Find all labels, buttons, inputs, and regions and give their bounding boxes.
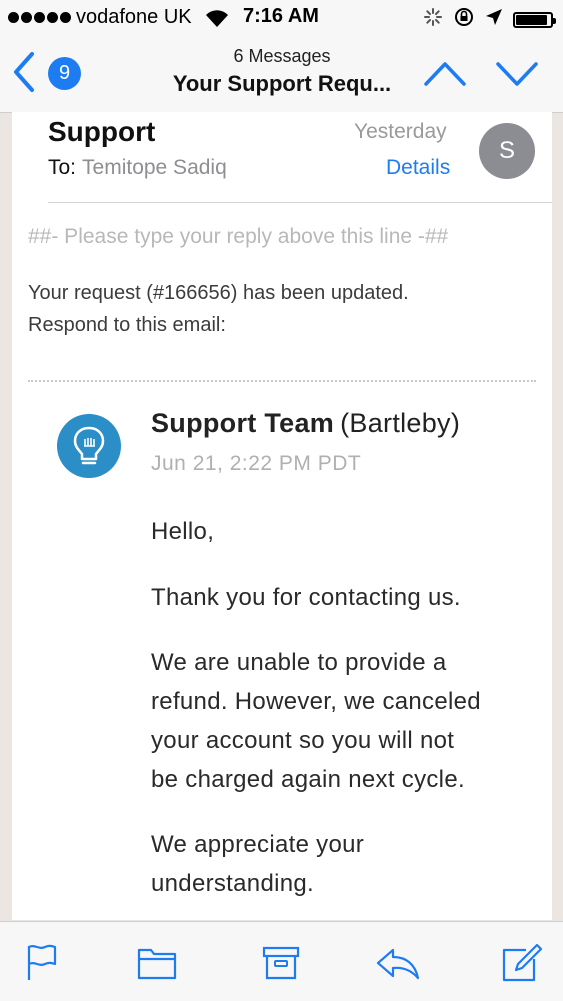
- status-icons: [423, 6, 556, 33]
- header-divider: [48, 202, 552, 203]
- rotation-lock-icon: [453, 6, 475, 33]
- signal-strength-icon: [8, 12, 71, 23]
- status-bar: vodafone UK 7:16 AM: [0, 0, 563, 36]
- bottom-toolbar: [0, 921, 563, 1001]
- update-notice-line: Your request (#166656) has been updated.: [28, 282, 409, 304]
- move-to-folder-button[interactable]: [136, 942, 177, 982]
- battery-icon: [513, 11, 556, 28]
- recipient-name[interactable]: Temitope Sadiq: [82, 156, 227, 179]
- location-arrow-icon: [485, 8, 503, 31]
- appreciate-paragraph: We appreciate your understanding.: [151, 825, 541, 903]
- update-notice: Your request (#166656) has been updated.…: [28, 277, 409, 341]
- compose-button[interactable]: [500, 942, 543, 982]
- paragraph-line: We appreciate your: [151, 831, 365, 858]
- flag-icon: [27, 944, 57, 980]
- update-notice-line: Respond to this email:: [28, 314, 226, 336]
- next-message-button[interactable]: [494, 56, 540, 95]
- paragraph-line: refund. However, we canceled: [151, 688, 481, 715]
- carrier-name: vodafone UK: [76, 6, 192, 28]
- thread-subject: Your Support Requ...: [172, 71, 392, 96]
- details-link[interactable]: Details: [386, 156, 450, 180]
- chevron-down-icon: [496, 62, 538, 86]
- status-time: 7:16 AM: [243, 5, 319, 27]
- folder-icon: [137, 948, 177, 980]
- chevron-up-icon: [424, 62, 466, 86]
- compose-icon: [502, 943, 543, 982]
- paragraph-line: We are unable to provide a: [151, 649, 447, 676]
- reply-button[interactable]: [375, 942, 420, 982]
- team-name: Support Team: [151, 408, 335, 438]
- message-date: Yesterday: [354, 120, 447, 143]
- thanks-paragraph: Thank you for contacting us.: [151, 584, 461, 611]
- navigation-bar: 9 6 Messages Your Support Requ...: [0, 36, 563, 113]
- back-button[interactable]: 9: [10, 50, 90, 99]
- message-timestamp: Jun 21, 2:22 PM PDT: [151, 452, 362, 475]
- paragraph-line: your account so you will not: [151, 727, 455, 754]
- refund-paragraph: We are unable to provide a refund. Howev…: [151, 643, 541, 799]
- nav-title: 6 Messages Your Support Requ...: [140, 46, 424, 97]
- unread-count-badge: 9: [48, 57, 81, 90]
- dotted-divider: [28, 380, 536, 382]
- message-card: Support To: Temitope Sadiq Yesterday Deta…: [12, 112, 552, 920]
- greeting-paragraph: Hello,: [151, 518, 215, 545]
- wifi-icon: [204, 8, 230, 33]
- lightbulb-icon: [73, 426, 105, 465]
- support-logo: [57, 414, 121, 478]
- loading-spinner-icon: [423, 7, 443, 32]
- flag-button[interactable]: [22, 942, 62, 982]
- archive-button[interactable]: [261, 942, 301, 982]
- team-org: (Bartleby): [340, 408, 461, 438]
- sender-avatar[interactable]: S: [479, 123, 535, 179]
- reply-above-line: ##- Please type your reply above this li…: [28, 225, 449, 248]
- chevron-left-icon: [10, 50, 36, 99]
- recipient-line: To: Temitope Sadiq: [48, 156, 227, 180]
- team-line: Support Team (Bartleby): [151, 408, 460, 439]
- paragraph-line: be charged again next cycle.: [151, 766, 465, 793]
- previous-message-button[interactable]: [422, 56, 468, 95]
- sender-name: Support: [48, 116, 156, 147]
- paragraph-line: understanding.: [151, 870, 314, 897]
- to-label: To:: [48, 156, 77, 179]
- archive-icon: [262, 946, 300, 980]
- reply-icon: [376, 948, 420, 980]
- message-count: 6 Messages: [233, 46, 331, 66]
